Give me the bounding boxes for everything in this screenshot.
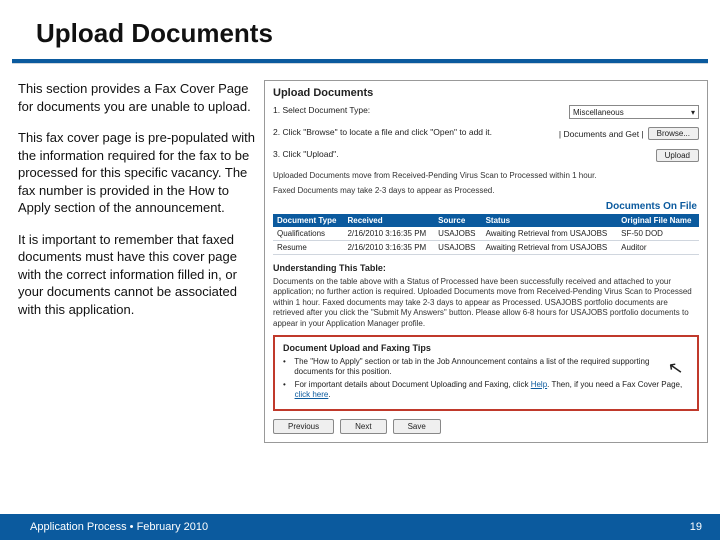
next-button[interactable]: Next: [340, 419, 386, 434]
docs-on-file-heading: Documents On File: [273, 201, 699, 212]
col-status: Status: [482, 214, 618, 227]
step2-label: 2. Click "Browse" to locate a file and c…: [273, 127, 553, 137]
docs-get-label: | Documents and Get |: [559, 129, 644, 139]
docs-table: Document Type Received Source Status Ori…: [273, 214, 699, 255]
upload-panel: Upload Documents 1. Select Document Type…: [264, 80, 708, 443]
step1-label: 1. Select Document Type:: [273, 105, 563, 115]
understanding-heading: Understanding This Table:: [273, 263, 699, 273]
save-button[interactable]: Save: [393, 419, 441, 434]
note-upload: Uploaded Documents move from Received-Pe…: [273, 171, 699, 180]
panel-heading: Upload Documents: [273, 87, 699, 99]
explainer-column: This section provides a Fax Cover Page f…: [18, 80, 256, 443]
chevron-down-icon: ▾: [691, 108, 695, 117]
fax-cover-link[interactable]: click here: [295, 390, 329, 399]
col-orig: Original File Name: [617, 214, 699, 227]
upload-button[interactable]: Upload: [656, 149, 699, 162]
page-title: Upload Documents: [36, 18, 720, 49]
explainer-p2: This fax cover page is pre-populated wit…: [18, 129, 256, 217]
col-received: Received: [343, 214, 434, 227]
note-fax: Faxed Documents may take 2-3 days to app…: [273, 186, 699, 195]
step3-label: 3. Click "Upload".: [273, 149, 650, 159]
explainer-p1: This section provides a Fax Cover Page f…: [18, 80, 256, 115]
doc-type-value: Miscellaneous: [573, 108, 624, 117]
doc-type-select[interactable]: Miscellaneous ▾: [569, 105, 699, 119]
table-row: Resume 2/16/2010 3:16:35 PM USAJOBS Awai…: [273, 241, 699, 255]
bullet-icon: •: [283, 357, 288, 378]
page-number: 19: [690, 521, 702, 533]
help-link[interactable]: Help: [531, 380, 547, 389]
tips-title: Document Upload and Faxing Tips: [283, 343, 689, 353]
title-rule-thin: [12, 63, 708, 64]
understanding-text: Documents on the table above with a Stat…: [273, 277, 699, 329]
col-type: Document Type: [273, 214, 343, 227]
tip1: The "How to Apply" section or tab in the…: [294, 357, 689, 378]
previous-button[interactable]: Previous: [273, 419, 334, 434]
tip2: For important details about Document Upl…: [295, 380, 689, 401]
footer-text: Application Process • February 2010: [30, 521, 208, 533]
table-row: Qualifications 2/16/2010 3:16:35 PM USAJ…: [273, 227, 699, 241]
explainer-p3: It is important to remember that faxed d…: [18, 231, 256, 319]
browse-button[interactable]: Browse...: [648, 127, 699, 140]
col-source: Source: [434, 214, 481, 227]
slide-footer: Application Process • February 2010 19: [0, 514, 720, 540]
bullet-icon: •: [283, 380, 289, 401]
tips-callout: Document Upload and Faxing Tips •The "Ho…: [273, 335, 699, 411]
